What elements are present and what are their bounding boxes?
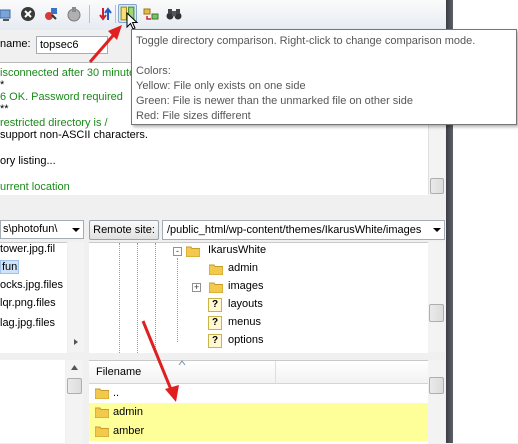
local-file-list [0,360,65,443]
scrollbar-thumb[interactable] [430,178,444,194]
username-label: name: [0,38,31,50]
remote-list-scrollbar[interactable] [428,360,445,443]
tree-item[interactable]: tower.jpg.fil [0,243,55,255]
chevron-up-icon[interactable] [70,364,79,371]
tooltip-green-line: Green: File is newer than the unmarked f… [136,95,413,107]
tree-item-images[interactable]: images [228,280,263,292]
chevron-right-icon[interactable] [72,338,80,346]
site-manager-icon[interactable] [0,6,16,22]
column-separator[interactable] [275,361,276,383]
folder-icon [95,407,109,418]
chevron-down-icon[interactable] [69,221,83,238]
tooltip-colors-heading: Colors: [136,65,171,77]
tree-item-admin[interactable]: admin [228,262,258,274]
tree-guide-line [177,258,178,342]
local-tree-scrollbar[interactable] [68,242,84,352]
tree-item-selected[interactable]: fun [0,260,20,274]
scrollbar-thumb[interactable] [67,378,82,394]
directory-comparison-tooltip: Toggle directory comparison. Right-click… [131,29,517,125]
sync-browsing-icon[interactable] [143,6,159,22]
tree-item[interactable]: ocks.jpg.files [0,279,63,291]
folder-icon [209,264,223,275]
tree-item-menus[interactable]: menus [228,316,261,328]
log-line: ** [0,103,9,115]
unknown-folder-icon: ? [208,316,222,330]
folder-icon [95,426,109,437]
reconnect-icon[interactable] [66,6,82,22]
disconnect-icon[interactable] [43,6,59,22]
chevron-down-icon[interactable] [430,221,444,239]
column-header-filename[interactable]: Filename [96,366,141,378]
folder-icon [209,282,223,293]
file-row[interactable]: .. [89,384,428,403]
tooltip-title: Toggle directory comparison. Right-click… [136,35,476,47]
remote-path-field[interactable]: /public_html/wp-content/themes/IkarusWhi… [162,220,445,240]
tree-item-layouts[interactable]: layouts [228,298,263,310]
toolbar-separator [89,5,90,23]
scrollbar-thumb[interactable] [429,377,444,394]
remote-site-label[interactable]: Remote site: [89,220,159,240]
log-line: support non-ASCII characters. [0,129,148,141]
file-row[interactable]: admin [89,403,428,422]
expand-icon[interactable]: + [192,283,201,292]
remote-directory-tree: - IkarusWhite admin + images ? layouts ?… [89,242,428,353]
cancel-icon[interactable] [20,6,36,22]
toolbar [0,0,446,31]
tree-guide-line [155,243,156,353]
tree-item[interactable]: lag.jpg.files [0,317,55,329]
binoculars-icon[interactable] [166,6,182,22]
tree-item-ikaruswhite[interactable]: IkarusWhite [208,244,266,256]
remote-tree-scrollbar[interactable] [428,242,445,352]
tooltip-red-line: Red: File sizes different [136,110,251,122]
file-name: .. [113,387,120,399]
tooltip-yellow-line: Yellow: File only exists on one side [136,80,306,92]
tree-guide-line [137,243,138,353]
log-line: restricted directory is / [0,117,108,129]
transfer-queue-icon[interactable] [97,6,113,22]
log-line: 6 OK. Password required [0,91,123,103]
collapse-icon[interactable]: - [173,247,182,256]
local-directory-tree: tower.jpg.fil fun ocks.jpg.files lqr.png… [0,242,67,353]
folder-icon [95,388,109,399]
sort-ascending-icon [178,360,186,366]
log-line: urrent location [0,181,70,193]
toolbar-separator [115,5,116,23]
file-name: amber [113,425,145,437]
folder-icon [186,246,200,257]
file-row[interactable]: amber [89,422,428,441]
tree-item[interactable]: lqr.png.files [0,297,56,309]
unknown-folder-icon: ? [208,334,222,348]
tree-guide-line [119,243,120,353]
log-line: * [0,79,5,91]
log-line: ory listing... [0,155,56,167]
scrollbar-thumb[interactable] [429,304,444,322]
unknown-folder-icon: ? [208,298,222,312]
tree-item-options[interactable]: options [228,334,263,346]
local-list-scrollbar[interactable] [66,360,83,443]
log-line: successful [0,194,51,195]
username-field[interactable]: topsec6 [36,36,108,54]
file-name: admin [113,406,143,418]
